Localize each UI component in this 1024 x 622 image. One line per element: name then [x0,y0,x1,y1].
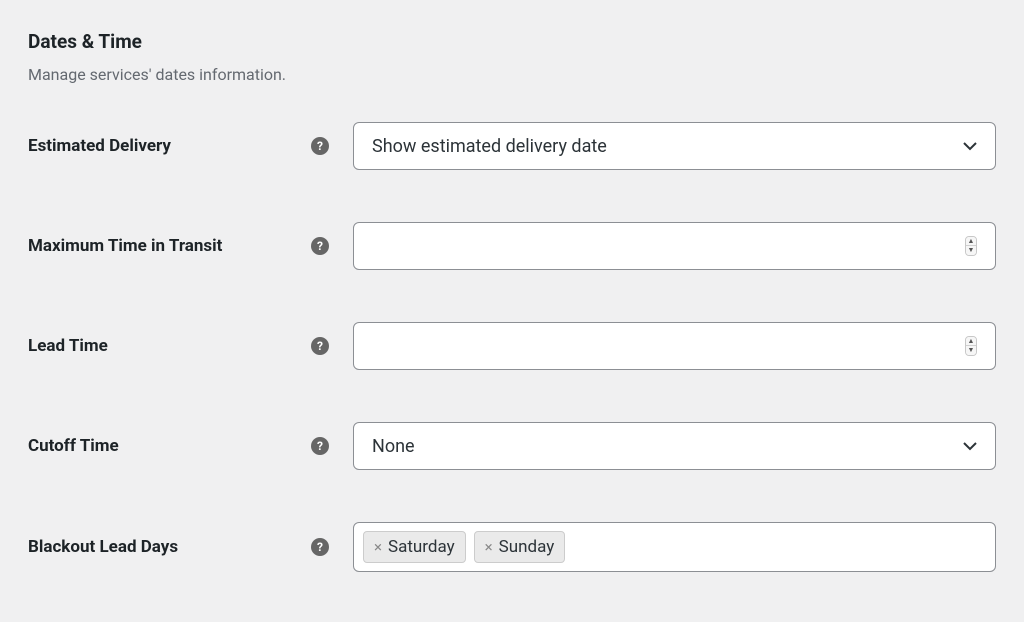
number-stepper: ▲ ▼ [965,336,977,356]
estimated-delivery-select[interactable]: Show estimated delivery date [353,122,996,170]
chevron-down-icon [963,139,977,153]
tag-remove-icon[interactable]: × [485,538,493,556]
section-title: Dates & Time [28,30,996,53]
help-icon[interactable]: ? [311,437,329,455]
label-col: Blackout Lead Days ? [28,537,353,557]
max-time-in-transit-input[interactable] [372,236,965,256]
stepper-up-icon[interactable]: ▲ [966,337,976,346]
row-blackout-lead-days: Blackout Lead Days ? × Saturday × Sunday [28,522,996,572]
tag-label: Saturday [388,537,455,557]
stepper-down-icon[interactable]: ▼ [966,246,976,255]
blackout-lead-days-input[interactable]: × Saturday × Sunday [353,522,996,572]
tag: × Saturday [363,531,466,563]
label-blackout-lead-days: Blackout Lead Days [28,537,311,557]
max-time-in-transit-input-wrap: ▲ ▼ [353,222,996,270]
tag-label: Sunday [499,537,555,557]
row-estimated-delivery: Estimated Delivery ? Show estimated deli… [28,122,996,170]
row-max-time-in-transit: Maximum Time in Transit ? ▲ ▼ [28,222,996,270]
label-max-time-in-transit: Maximum Time in Transit [28,236,311,256]
tag-remove-icon[interactable]: × [374,538,382,556]
help-icon[interactable]: ? [311,538,329,556]
field-col: Show estimated delivery date [353,122,996,170]
chevron-down-icon [963,439,977,453]
cutoff-time-select[interactable]: None [353,422,996,470]
lead-time-input[interactable] [372,336,965,356]
lead-time-input-wrap: ▲ ▼ [353,322,996,370]
help-icon[interactable]: ? [311,237,329,255]
field-col: × Saturday × Sunday [353,522,996,572]
field-col: ▲ ▼ [353,222,996,270]
stepper-up-icon[interactable]: ▲ [966,237,976,246]
section-description: Manage services' dates information. [28,65,996,84]
row-lead-time: Lead Time ? ▲ ▼ [28,322,996,370]
help-icon[interactable]: ? [311,337,329,355]
label-estimated-delivery: Estimated Delivery [28,136,311,156]
stepper-down-icon[interactable]: ▼ [966,346,976,355]
label-col: Maximum Time in Transit ? [28,236,353,256]
select-value: None [372,436,963,457]
label-col: Lead Time ? [28,336,353,356]
row-cutoff-time: Cutoff Time ? None [28,422,996,470]
label-col: Estimated Delivery ? [28,136,353,156]
select-value: Show estimated delivery date [372,136,963,157]
field-col: ▲ ▼ [353,322,996,370]
tag: × Sunday [474,531,566,563]
label-col: Cutoff Time ? [28,436,353,456]
help-icon[interactable]: ? [311,137,329,155]
number-stepper: ▲ ▼ [965,236,977,256]
label-lead-time: Lead Time [28,336,311,356]
field-col: None [353,422,996,470]
label-cutoff-time: Cutoff Time [28,436,311,456]
